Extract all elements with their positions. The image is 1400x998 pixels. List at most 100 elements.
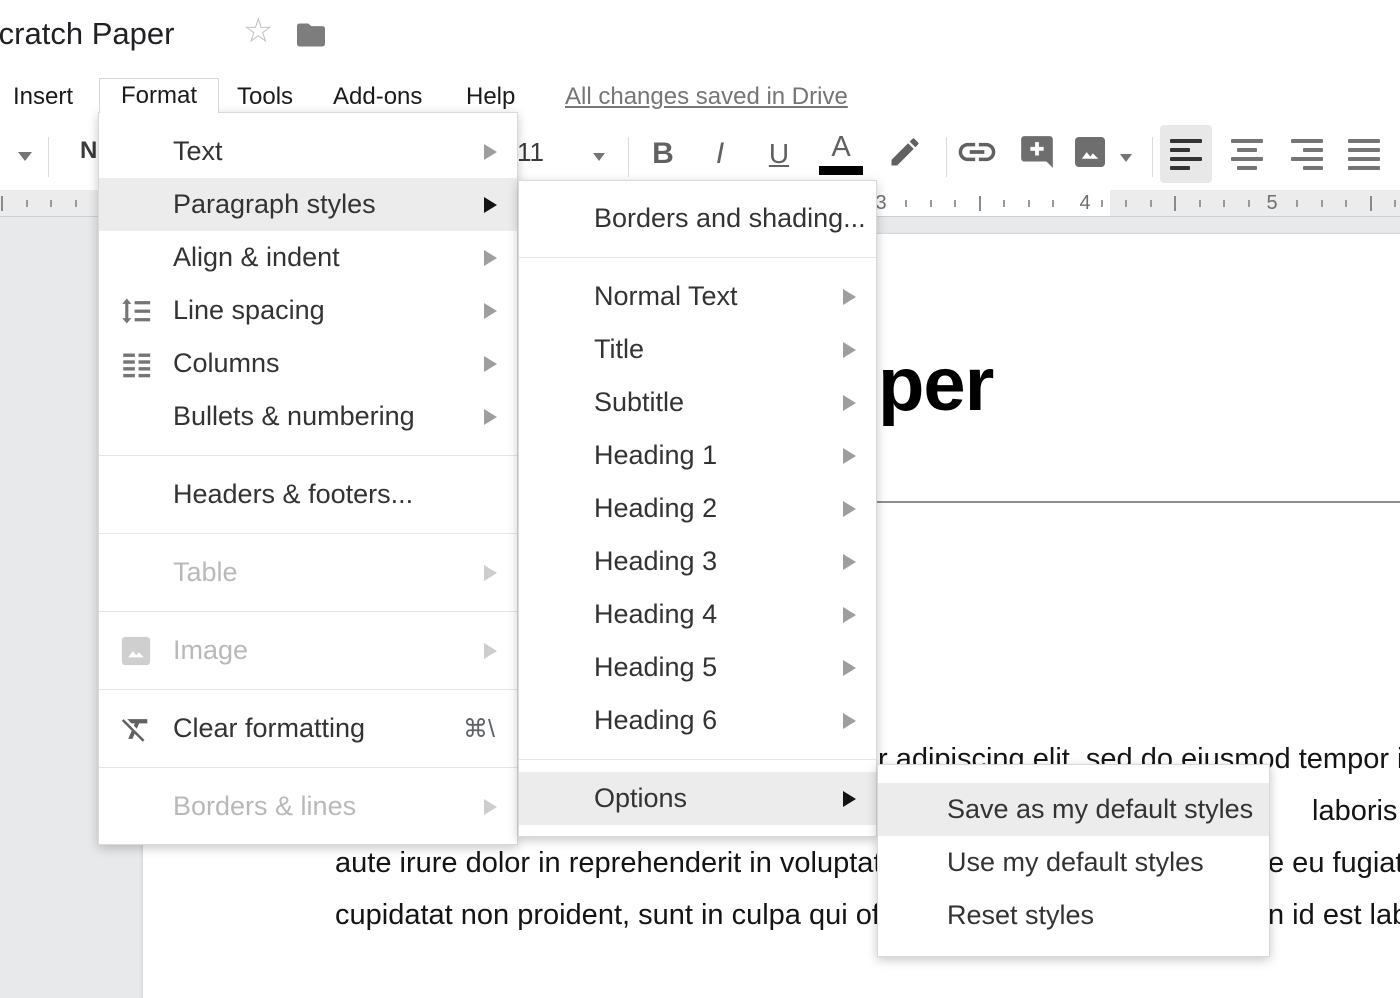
italic-button[interactable]: I — [700, 128, 740, 180]
submenu-arrow-icon — [843, 448, 856, 464]
ruler-tick — [905, 200, 907, 207]
menu-separator — [99, 767, 517, 768]
menu-item-bullets-numbering[interactable]: Bullets & numbering — [99, 390, 517, 443]
image-options-caret-icon[interactable] — [1120, 154, 1132, 162]
insert-comment-button[interactable] — [1014, 128, 1060, 180]
menu-item-clear-formatting[interactable]: Clear formatting⌘\ — [99, 702, 517, 755]
document-heading: per — [878, 341, 993, 428]
menu-item-label: Line spacing — [173, 295, 325, 326]
menu-item-borders-lines: Borders & lines — [99, 780, 517, 833]
menu-item-title[interactable]: Title — [519, 323, 876, 376]
menu-item-heading-2[interactable]: Heading 2 — [519, 482, 876, 535]
font-size-caret-icon[interactable] — [593, 153, 605, 161]
menubar-item-tools[interactable]: Tools — [237, 80, 293, 113]
save-status[interactable]: All changes saved in Drive — [565, 80, 848, 113]
menu-item-use-my-default-styles[interactable]: Use my default styles — [878, 836, 1269, 889]
align-center-button[interactable] — [1221, 125, 1273, 183]
menu-item-label: Subtitle — [594, 387, 684, 418]
menu-item-options[interactable]: Options — [519, 772, 876, 825]
bold-button[interactable]: B — [640, 128, 686, 180]
paragraph-styles-submenu: Borders and shading... Normal TextTitle Su… — [518, 180, 877, 837]
menu-item-label: Heading 6 — [594, 705, 717, 736]
submenu-arrow-icon — [843, 607, 856, 623]
ruler-tick — [1248, 200, 1250, 207]
menu-item-image: Image — [99, 624, 517, 677]
format-menu: Text Paragraph stylesAlign & indent Line s… — [98, 112, 518, 845]
menu-separator — [519, 257, 876, 258]
menu-item-text[interactable]: Text — [99, 125, 517, 178]
document-title[interactable]: Scratch Paper — [0, 16, 174, 52]
align-right-icon — [1291, 139, 1323, 170]
menu-item-reset-styles[interactable]: Reset styles — [878, 889, 1269, 942]
submenu-arrow-icon — [843, 791, 856, 807]
star-icon[interactable]: ☆ — [243, 14, 273, 48]
submenu-arrow-icon — [843, 395, 856, 411]
menubar-item-format-active[interactable]: Format — [99, 78, 219, 113]
menu-item-label: Text — [173, 136, 223, 167]
document-text-line: n id est laborum. — [1268, 899, 1400, 932]
menu-item-heading-5[interactable]: Heading 5 — [519, 641, 876, 694]
ruler-tick — [1321, 200, 1323, 207]
ruler-tick — [1, 196, 3, 211]
menu-item-columns[interactable]: Columns — [99, 337, 517, 390]
submenu-arrow-icon — [843, 342, 856, 358]
align-left-button[interactable] — [1160, 125, 1212, 183]
menu-item-label: Headers & footers... — [173, 479, 413, 510]
align-left-icon — [1170, 139, 1202, 170]
menubar-item-help[interactable]: Help — [466, 80, 515, 113]
menu-item-borders-and-shading[interactable]: Borders and shading... — [519, 192, 876, 245]
document-text-line: laboris nisi ut a — [1312, 795, 1400, 828]
menu-item-headers-footers[interactable]: Headers & footers... — [99, 468, 517, 521]
align-justify-button[interactable] — [1338, 125, 1390, 183]
menu-item-table: Table — [99, 546, 517, 599]
menu-item-label: Use my default styles — [947, 847, 1204, 878]
image-disabled-icon — [119, 634, 153, 668]
ruler-tick — [1003, 200, 1005, 207]
menu-item-label: Heading 2 — [594, 493, 717, 524]
menu-item-subtitle[interactable]: Subtitle — [519, 376, 876, 429]
line-spacing-icon — [119, 294, 153, 328]
underline-button[interactable]: U — [756, 128, 802, 180]
menu-item-label: Save as my default styles — [947, 794, 1253, 825]
toolbar-separator — [48, 137, 49, 177]
ruler-tick — [930, 200, 932, 207]
menubar-item-insert[interactable]: Insert — [13, 80, 73, 113]
menu-item-label: Columns — [173, 348, 280, 379]
menu-item-heading-3[interactable]: Heading 3 — [519, 535, 876, 588]
align-right-button[interactable] — [1281, 125, 1333, 183]
submenu-arrow-icon — [484, 197, 497, 213]
folder-icon[interactable] — [295, 21, 327, 54]
submenu-arrow-icon — [484, 643, 497, 659]
menu-item-heading-6[interactable]: Heading 6 — [519, 694, 876, 747]
toolbar-separator — [628, 137, 629, 177]
menu-item-line-spacing[interactable]: Line spacing — [99, 284, 517, 337]
menu-item-heading-1[interactable]: Heading 1 — [519, 429, 876, 482]
ruler-tick — [26, 200, 28, 207]
ruler-tick — [50, 200, 52, 207]
text-color-button[interactable]: A — [816, 128, 866, 180]
menu-item-normal-text[interactable]: Normal Text — [519, 270, 876, 323]
menubar-item-add-ons[interactable]: Add-ons — [333, 80, 422, 113]
font-size-value[interactable]: 11 — [517, 137, 544, 168]
menu-item-paragraph-styles[interactable]: Paragraph styles — [99, 178, 517, 231]
ruler-tick — [954, 200, 956, 207]
menu-item-align-indent[interactable]: Align & indent — [99, 231, 517, 284]
google-docs-app: per r adipiscing elit, sed do eiusmod te… — [0, 0, 1400, 998]
ruler-tick — [1052, 200, 1054, 207]
insert-link-button[interactable] — [952, 128, 1002, 180]
insert-image-button[interactable] — [1068, 128, 1112, 180]
menubar-item-label: Format — [121, 82, 197, 109]
menu-separator — [99, 689, 517, 690]
menu-item-label: Borders & lines — [173, 791, 356, 822]
menu-item-label: Options — [594, 783, 687, 814]
ruler-tick — [75, 200, 77, 207]
submenu-arrow-icon — [843, 501, 856, 517]
image-icon — [1072, 134, 1108, 175]
ruler-tick — [1394, 200, 1396, 207]
toolbar-overflow-caret-icon[interactable] — [18, 152, 32, 161]
menu-item-heading-4[interactable]: Heading 4 — [519, 588, 876, 641]
submenu-arrow-icon — [484, 799, 497, 815]
menu-item-save-as-my-default-styles[interactable]: Save as my default styles — [878, 783, 1269, 836]
highlight-color-button[interactable] — [882, 128, 928, 180]
submenu-arrow-icon — [843, 289, 856, 305]
